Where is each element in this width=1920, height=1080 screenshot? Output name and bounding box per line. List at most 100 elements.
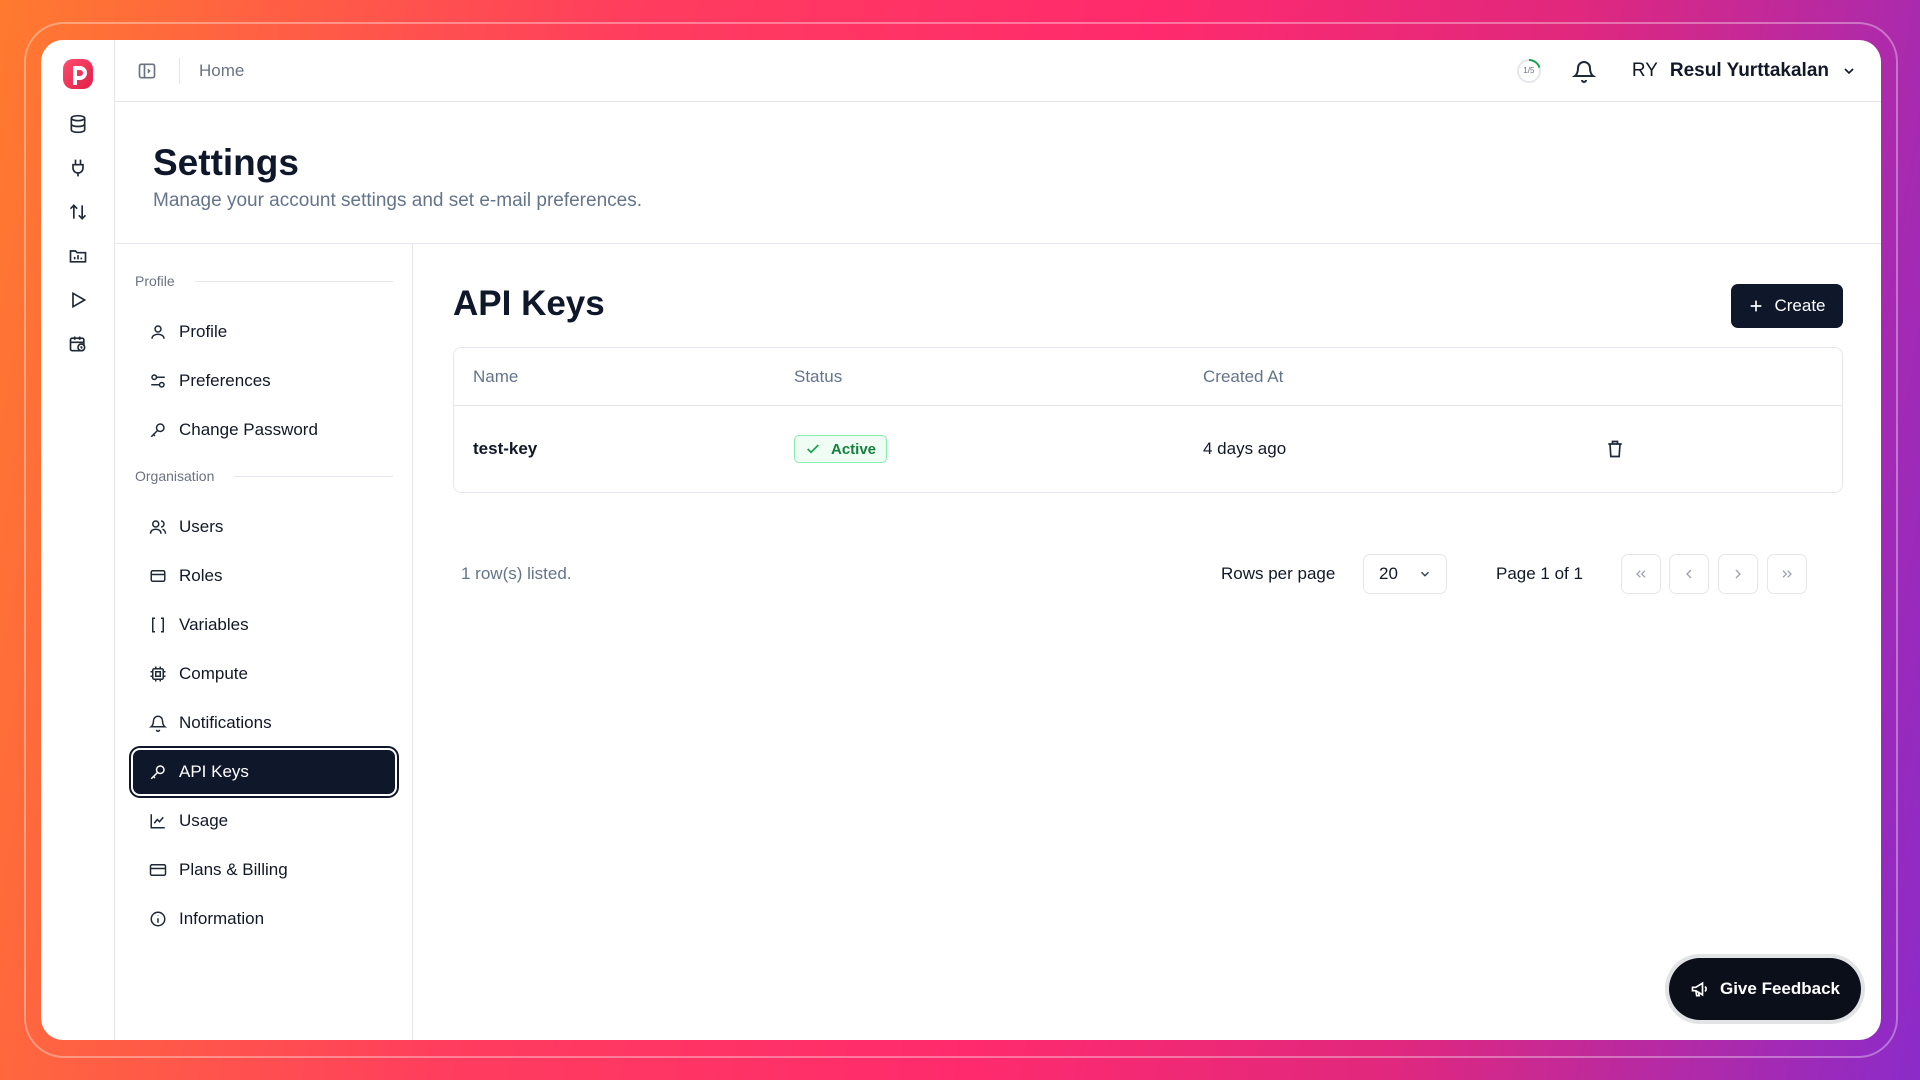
previous-page-button[interactable] — [1669, 554, 1709, 594]
column-header-created-at[interactable]: Created At — [1203, 348, 1283, 406]
top-bar: Home 1/5 RY Resul Yurttakalan — [115, 40, 1881, 102]
column-header-status[interactable]: Status — [794, 348, 842, 406]
page-subtitle: Manage your account settings and set e-m… — [153, 190, 642, 211]
onboarding-progress[interactable]: 1/5 — [1516, 58, 1542, 84]
sidebar-item-roles[interactable]: Roles — [133, 554, 395, 598]
sliders-icon — [151, 374, 165, 388]
create-button-label: Create — [1774, 296, 1826, 315]
table-footer: 1 row(s) listed. Rows per page 20 Page 1… — [461, 554, 1843, 594]
cpu-icon — [150, 666, 166, 682]
next-page-button[interactable] — [1718, 554, 1758, 594]
sidebar-item-label: Change Password — [179, 420, 318, 439]
user-name[interactable]: Resul Yurttakalan — [1670, 60, 1829, 82]
chevrons-left-icon — [1636, 570, 1646, 578]
notification-bell-icon[interactable] — [1571, 59, 1596, 83]
progress-label: 1/5 — [1523, 66, 1535, 75]
megaphone-icon — [1691, 981, 1707, 997]
icon-rail — [41, 40, 115, 1040]
arrows-up-down-icon[interactable] — [67, 201, 89, 223]
logo-icon[interactable] — [61, 57, 95, 91]
chevrons-right-icon — [1782, 570, 1792, 578]
group-label-text: Profile — [135, 273, 175, 289]
sidebar-item-label: Compute — [179, 664, 248, 683]
topbar-divider — [179, 57, 180, 84]
user-avatar-initials[interactable]: RY — [1632, 60, 1658, 82]
sidebar-item-variables[interactable]: Variables — [133, 603, 395, 647]
trash-icon[interactable] — [1605, 439, 1625, 459]
rows-per-page-select[interactable]: 20 — [1363, 554, 1447, 594]
give-feedback-label: Give Feedback — [1719, 979, 1840, 998]
group-label-text: Organisation — [135, 468, 215, 484]
breadcrumb-home[interactable]: Home — [199, 61, 244, 81]
check-icon — [807, 444, 819, 454]
sidebar-item-label: Information — [179, 909, 265, 928]
plug-icon[interactable] — [67, 157, 89, 179]
create-button[interactable]: Create — [1731, 284, 1843, 328]
sidebar-item-profile[interactable]: Profile — [133, 310, 395, 354]
calendar-clock-icon[interactable] — [67, 333, 89, 355]
users-icon — [149, 520, 167, 534]
brackets-icon — [152, 617, 164, 633]
give-feedback-button[interactable]: Give Feedback — [1669, 958, 1861, 1020]
bell-icon — [149, 715, 167, 732]
rows-per-page-label: Rows per page — [1221, 564, 1336, 583]
topbar-right: 1/5 RY Resul Yurttakalan — [1516, 58, 1857, 84]
chevron-down-icon — [1420, 571, 1430, 577]
sidebar-item-information[interactable]: Information — [133, 897, 395, 941]
credit-card-icon — [149, 864, 167, 876]
page-header: Settings Manage your account settings an… — [115, 102, 1881, 244]
rows-listed-text: 1 row(s) listed. — [461, 564, 572, 583]
sidebar-item-notifications[interactable]: Notifications — [133, 701, 395, 745]
last-page-button[interactable] — [1767, 554, 1807, 594]
database-icon[interactable] — [67, 113, 89, 135]
key-icon — [150, 423, 165, 438]
sidebar-item-change-password[interactable]: Change Password — [133, 408, 395, 452]
first-page-button[interactable] — [1621, 554, 1661, 594]
cell-created-at: 4 days ago — [1203, 439, 1287, 458]
chevron-right-icon — [1735, 569, 1741, 579]
play-icon[interactable] — [67, 289, 89, 311]
sidebar-item-label: Usage — [179, 811, 229, 830]
page-info: Page 1 of 1 — [1496, 564, 1583, 583]
sidebar-item-users[interactable]: Users — [133, 505, 395, 549]
app-window: Home 1/5 RY Resul Yurttakalan Settings M… — [41, 40, 1881, 1040]
page-title: Settings — [153, 142, 299, 183]
sidebar-toggle-icon[interactable] — [137, 61, 157, 81]
sidebar-group-profile: Profile — [135, 273, 393, 289]
card-icon — [150, 570, 166, 582]
sidebar-item-label: Users — [179, 517, 224, 536]
table-header: Name Status Created At — [454, 348, 1842, 406]
folder-icon[interactable] — [67, 245, 89, 267]
info-icon — [150, 911, 166, 927]
cell-name: test-key — [473, 439, 538, 458]
sidebar-item-label: API Keys — [179, 762, 249, 781]
sidebar-item-compute[interactable]: Compute — [133, 652, 395, 696]
table-row[interactable]: test-key Active 4 days ago — [454, 406, 1842, 492]
sidebar-group-organisation: Organisation — [135, 468, 393, 484]
user-icon — [151, 325, 165, 339]
chart-line-icon — [150, 814, 165, 829]
section-title: API Keys — [453, 284, 605, 323]
cell-status: Active — [794, 406, 888, 492]
sidebar-item-label: Profile — [179, 322, 228, 341]
api-keys-table: Name Status Created At test-key Active 4… — [453, 347, 1843, 493]
main-content: API Keys Create Name Status Created At t… — [413, 244, 1881, 1040]
chevron-down-icon[interactable] — [1841, 63, 1857, 79]
sidebar-item-label: Notifications — [179, 713, 272, 732]
cell-actions — [1605, 406, 1625, 492]
rows-per-page-value: 20 — [1379, 564, 1398, 583]
sidebar-item-label: Preferences — [179, 371, 271, 390]
plus-icon — [1751, 300, 1762, 312]
key-icon — [150, 765, 165, 780]
status-badge-label: Active — [831, 440, 877, 458]
sidebar-item-api-keys[interactable]: API Keys — [133, 750, 395, 794]
column-header-name[interactable]: Name — [473, 348, 518, 406]
chevron-left-icon — [1686, 569, 1692, 579]
sidebar-item-plans-billing[interactable]: Plans & Billing — [133, 848, 395, 892]
sidebar-item-usage[interactable]: Usage — [133, 799, 395, 843]
sidebar-item-preferences[interactable]: Preferences — [133, 359, 395, 403]
sidebar-item-label: Plans & Billing — [179, 860, 288, 879]
settings-sidebar: Profile Profile Preferences Change Passw… — [115, 244, 413, 1040]
sidebar-item-label: Variables — [179, 615, 249, 634]
sidebar-item-label: Roles — [179, 566, 223, 585]
